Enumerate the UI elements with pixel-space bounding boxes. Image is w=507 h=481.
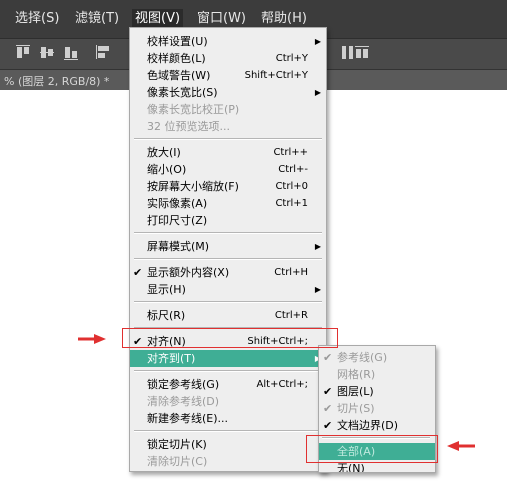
menu-item-label: 清除切片(C) [147,455,208,468]
menu-item-pixel-aspect-correction: 像素长宽比校正(P) [130,101,326,118]
menu-item-shortcut: Ctrl+1 [275,198,308,209]
menu-view[interactable]: 视图(V) [131,9,184,29]
menu-item-label: 新建参考线(E)... [147,412,229,425]
menu-help[interactable]: 帮助(H) [259,10,309,28]
align-left-icon[interactable] [96,45,112,61]
menu-item-label: 打印尺寸(Z) [147,214,208,227]
align-vcenter-icon[interactable] [40,45,56,61]
submenu-arrow-icon: ▶ [314,37,321,46]
submenu-item-slices: ✔ 切片(S) [319,400,435,417]
menu-item-label: 锁定参考线(G) [147,378,220,391]
distribute-icon[interactable] [340,45,356,61]
menu-item-print-size[interactable]: 打印尺寸(Z) [130,212,326,229]
menu-item-label: 清除参考线(D) [147,395,220,408]
menu-item-label: 像素长宽比校正(P) [147,103,240,116]
menu-item-show[interactable]: 显示(H) ▶ [130,281,326,298]
menu-item-label: 放大(I) [147,146,181,159]
submenu-item-grid: 网格(R) [319,366,435,383]
menu-item-shortcut: Ctrl+H [274,267,308,278]
submenu-item-label: 图层(L) [337,385,374,398]
view-menu-dropdown: 校样设置(U) ▶ 校样颜色(L) Ctrl+Y 色域警告(W) Shift+C… [129,27,327,472]
submenu-item-label: 文档边界(D) [337,419,399,432]
menu-item-label: 标尺(R) [147,309,186,322]
menu-item-label: 显示额外内容(X) [147,266,230,279]
menu-item-fit-screen[interactable]: 按屏幕大小缩放(F) Ctrl+0 [130,178,326,195]
align-bottom-icon[interactable] [64,45,80,61]
menu-item-pixel-aspect-ratio[interactable]: 像素长宽比(S) ▶ [130,84,326,101]
menu-item-gamut-warning[interactable]: 色域警告(W) Shift+Ctrl+Y [130,67,326,84]
distribute-horizontal-icon[interactable] [355,45,371,61]
menu-item-shortcut: Ctrl++ [273,147,308,158]
menu-item-label: 像素长宽比(S) [147,86,218,99]
menu-item-shortcut: Ctrl+0 [275,181,308,192]
submenu-item-label: 网格(R) [337,368,376,381]
menu-item-label: 校样设置(U) [147,35,208,48]
submenu-item-document-bounds[interactable]: ✔ 文档边界(D) [319,417,435,434]
menu-item-snap-to[interactable]: 对齐到(T) ▶ [130,350,326,367]
submenu-item-layers[interactable]: ✔ 图层(L) [319,383,435,400]
annotation-arrow-left-icon [447,441,475,451]
menu-item-label: 32 位预览选项... [147,120,230,133]
menu-item-shortcut: Ctrl+Y [275,53,308,64]
menu-item-proof-setup[interactable]: 校样设置(U) ▶ [130,33,326,50]
menu-item-label: 锁定切片(K) [147,438,207,451]
menu-item-32bit-preview: 32 位预览选项... [130,118,326,135]
annotation-box-snap-all [306,435,438,463]
menu-separator [134,301,322,303]
menu-item-new-guide[interactable]: 新建参考线(E)... [130,410,326,427]
menu-item-label: 实际像素(A) [147,197,208,210]
menu-item-rulers[interactable]: 标尺(R) Ctrl+R [130,307,326,324]
submenu-arrow-icon: ▶ [314,88,321,97]
menu-item-zoom-in[interactable]: 放大(I) Ctrl++ [130,144,326,161]
menu-item-shortcut: Shift+Ctrl+Y [244,70,308,81]
document-tab-title[interactable]: % (图层 2, RGB/8) * [4,73,109,89]
checkmark-icon: ✔ [323,351,333,364]
menu-item-shortcut: Ctrl+- [278,164,308,175]
menu-separator [134,370,322,372]
submenu-arrow-icon: ▶ [314,285,321,294]
menu-separator [134,138,322,140]
menu-item-shortcut: Alt+Ctrl+; [256,379,308,390]
menu-item-clear-slices: 清除切片(C) [130,453,326,470]
checkmark-icon: ✔ [133,266,143,279]
menu-item-lock-slices[interactable]: 锁定切片(K) [130,436,326,453]
menu-filter[interactable]: 滤镜(T) [73,10,121,28]
submenu-arrow-icon: ▶ [314,242,321,251]
menu-separator [134,430,322,432]
menu-separator [134,232,322,234]
menu-item-label: 屏幕模式(M) [147,240,210,253]
checkmark-icon: ✔ [323,402,333,415]
menu-item-label: 按屏幕大小缩放(F) [147,180,239,193]
checkmark-icon: ✔ [323,419,333,432]
menu-item-label: 色域警告(W) [147,69,211,82]
submenu-item-guides: ✔ 参考线(G) [319,349,435,366]
menu-item-clear-guides: 清除参考线(D) [130,393,326,410]
align-top-icon[interactable] [16,45,32,61]
menu-item-zoom-out[interactable]: 缩小(O) Ctrl+- [130,161,326,178]
menu-item-shortcut: Ctrl+R [274,310,308,321]
menu-item-actual-pixels[interactable]: 实际像素(A) Ctrl+1 [130,195,326,212]
menu-item-lock-guides[interactable]: 锁定参考线(G) Alt+Ctrl+; [130,376,326,393]
menu-item-screen-mode[interactable]: 屏幕模式(M) ▶ [130,238,326,255]
menu-window[interactable]: 窗口(W) [195,10,248,28]
menu-item-label: 对齐到(T) [147,352,196,365]
menu-item-show-extras[interactable]: ✔ 显示额外内容(X) Ctrl+H [130,264,326,281]
annotation-arrow-right-icon [78,334,106,344]
menu-select[interactable]: 选择(S) [13,10,61,28]
submenu-item-label: 参考线(G) [337,351,388,364]
menu-item-label: 缩小(O) [147,163,187,176]
menu-item-label: 显示(H) [147,283,186,296]
annotation-box-snap [122,328,338,348]
menu-separator [134,258,322,260]
menu-item-label: 校样颜色(L) [147,52,206,65]
menu-item-proof-colors[interactable]: 校样颜色(L) Ctrl+Y [130,50,326,67]
submenu-item-label: 切片(S) [337,402,375,415]
checkmark-icon: ✔ [323,385,333,398]
